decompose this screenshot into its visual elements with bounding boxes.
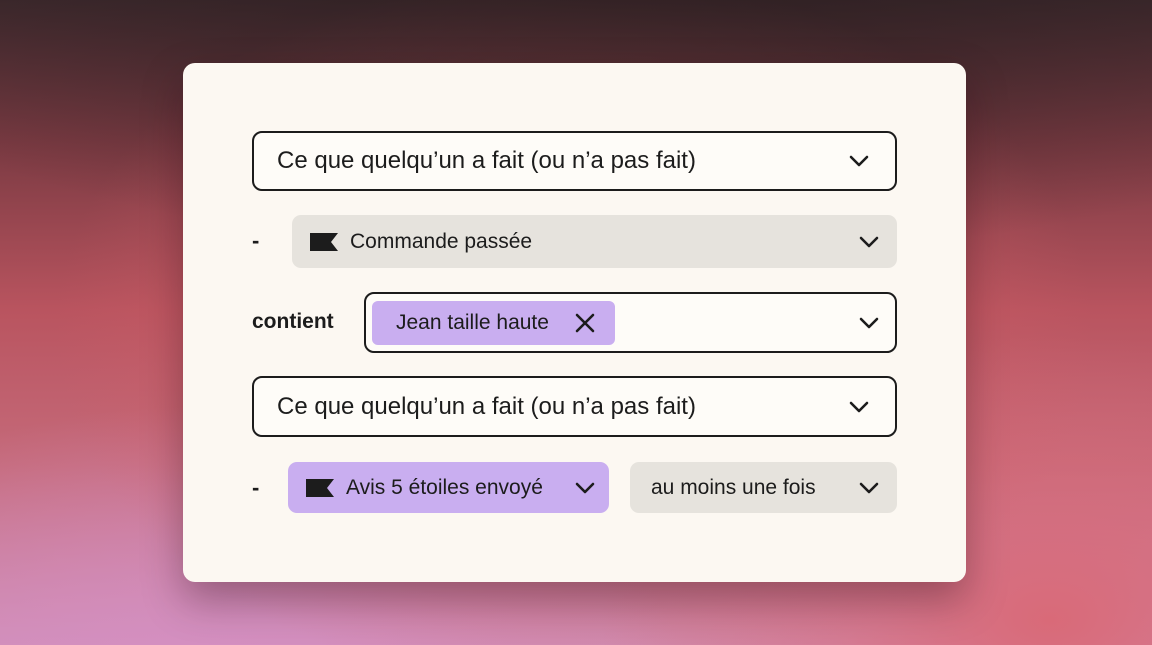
event-select-1[interactable]: Commande passée (292, 215, 897, 268)
condition-select-1-label: Ce que quelqu’un a fait (ou n’a pas fait… (277, 147, 696, 174)
value-tag: Jean taille haute (372, 300, 615, 345)
value-tag-label: Jean taille haute (396, 310, 549, 334)
flag-icon (306, 478, 334, 497)
event-select-2-label: Avis 5 étoiles envoyé (346, 475, 543, 499)
dash-1: - (252, 228, 260, 253)
chevron-down-icon (849, 401, 869, 412)
condition-select-2[interactable]: Ce que quelqu’un a fait (ou n’a pas fait… (252, 376, 897, 437)
chevron-down-icon (859, 317, 879, 328)
condition-select-2-label: Ce que quelqu’un a fait (ou n’a pas fait… (277, 392, 696, 420)
chevron-down-icon (575, 482, 595, 493)
chevron-down-icon (859, 482, 879, 493)
frequency-select[interactable]: au moins une fois (630, 462, 897, 513)
event-select-1-label: Commande passée (350, 229, 533, 253)
property-value-field[interactable]: Jean taille haute (364, 292, 897, 353)
close-icon[interactable] (575, 313, 595, 333)
dash-2: - (252, 475, 260, 500)
operator-label: contient (252, 310, 334, 333)
flag-icon (310, 232, 338, 251)
event-select-2[interactable]: Avis 5 étoiles envoyé (288, 462, 609, 513)
chevron-down-icon (859, 236, 879, 247)
chevron-down-icon (849, 155, 869, 167)
filter-card: Ce que quelqu’un a fait (ou n’a pas fait… (183, 63, 966, 582)
condition-select-1[interactable]: Ce que quelqu’un a fait (ou n’a pas fait… (252, 131, 897, 191)
frequency-select-label: au moins une fois (651, 475, 816, 499)
